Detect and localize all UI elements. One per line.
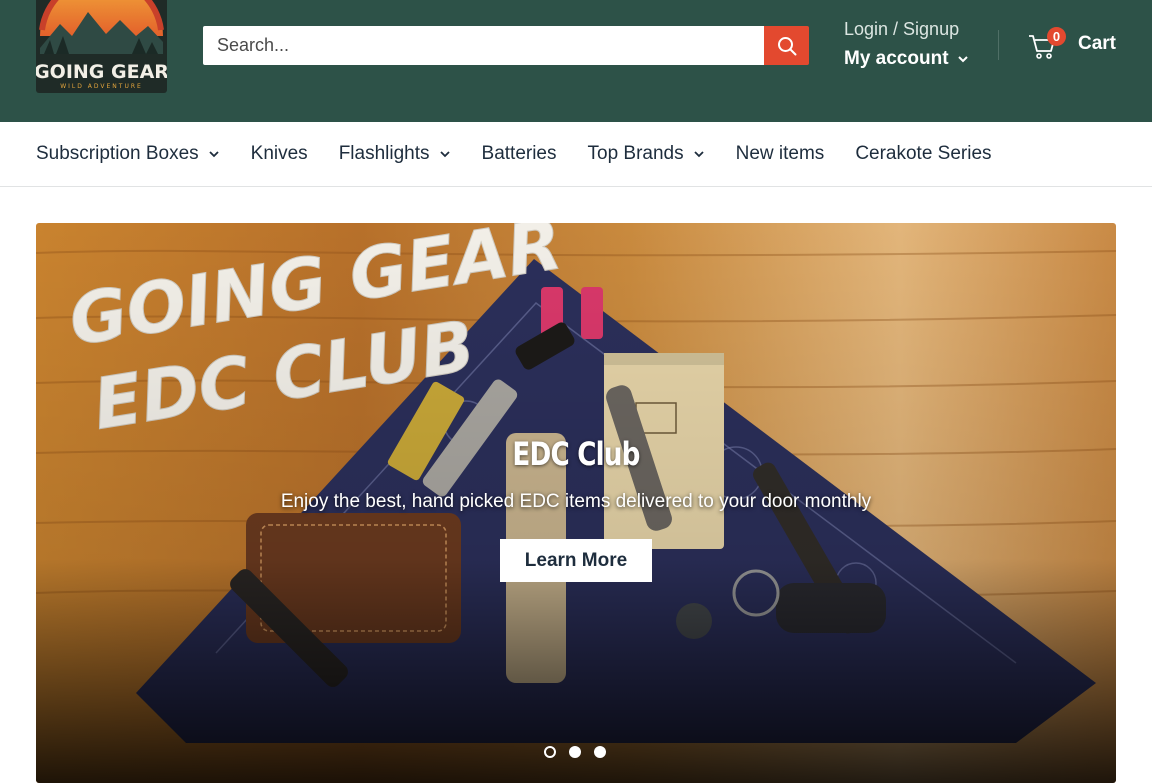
search-input[interactable] bbox=[203, 26, 764, 65]
nav-item-knives[interactable]: Knives bbox=[251, 143, 308, 165]
hero-banner[interactable]: GOING GEAR EDC CLUB EDC Club Enjoy the b… bbox=[36, 223, 1116, 783]
svg-text:WILD ADVENTURE: WILD ADVENTURE bbox=[60, 83, 143, 90]
nav-item-label: Knives bbox=[250, 143, 308, 164]
nav-item-label: Subscription Boxes bbox=[36, 143, 199, 164]
nav-item-label: Batteries bbox=[481, 143, 557, 164]
search-bar bbox=[203, 26, 809, 65]
site-header: GOING GEAR WILD ADVENTURE Login / Signup… bbox=[0, 0, 1152, 122]
nav-item-label: Top Brands bbox=[587, 143, 684, 164]
search-button[interactable] bbox=[764, 26, 809, 65]
nav-item-new-items[interactable]: New items bbox=[736, 143, 825, 165]
nav-item-subscription-boxes[interactable]: Subscription Boxes bbox=[36, 143, 220, 165]
nav-item-flashlights[interactable]: Flashlights bbox=[339, 143, 451, 165]
cart-icon-wrap: 0 bbox=[1028, 26, 1066, 62]
learn-more-button[interactable]: Learn More bbox=[500, 539, 652, 582]
nav-item-cerakote-series[interactable]: Cerakote Series bbox=[855, 143, 991, 165]
header-divider bbox=[998, 30, 999, 60]
hero-overlay: EDC Club Enjoy the best, hand picked EDC… bbox=[36, 223, 1116, 783]
nav-item-top-brands[interactable]: Top Brands bbox=[588, 143, 705, 165]
slide-dot-3[interactable] bbox=[594, 746, 606, 758]
svg-text:GOING GEAR: GOING GEAR bbox=[36, 61, 167, 83]
cart-label: Cart bbox=[1078, 33, 1117, 54]
hero-title: EDC Club bbox=[512, 435, 640, 473]
going-gear-logo[interactable]: GOING GEAR WILD ADVENTURE bbox=[36, 0, 167, 93]
chevron-down-icon bbox=[957, 56, 968, 63]
login-signup-link[interactable]: Login / Signup bbox=[844, 18, 969, 40]
search-icon bbox=[777, 36, 796, 55]
my-account-dropdown[interactable]: My account bbox=[844, 48, 969, 70]
main-navigation: Subscription Boxes Knives Flashlights Ba… bbox=[0, 122, 1152, 187]
chevron-down-icon bbox=[439, 151, 450, 158]
chevron-down-icon bbox=[209, 151, 219, 158]
cart-button[interactable]: 0 Cart bbox=[1028, 26, 1116, 62]
nav-item-label: Flashlights bbox=[338, 143, 430, 164]
my-account-label: My account bbox=[844, 48, 949, 69]
slide-dot-1[interactable] bbox=[544, 746, 556, 758]
nav-item-batteries[interactable]: Batteries bbox=[482, 143, 557, 165]
slide-indicators bbox=[544, 746, 606, 758]
chevron-down-icon bbox=[693, 151, 704, 158]
nav-item-label: New items bbox=[735, 143, 825, 164]
slide-dot-2[interactable] bbox=[569, 746, 581, 758]
cart-count-badge: 0 bbox=[1047, 27, 1066, 46]
nav-item-label: Cerakote Series bbox=[855, 143, 992, 164]
hero-subtitle: Enjoy the best, hand picked EDC items de… bbox=[280, 491, 872, 512]
account-menu: Login / Signup My account bbox=[844, 18, 969, 70]
